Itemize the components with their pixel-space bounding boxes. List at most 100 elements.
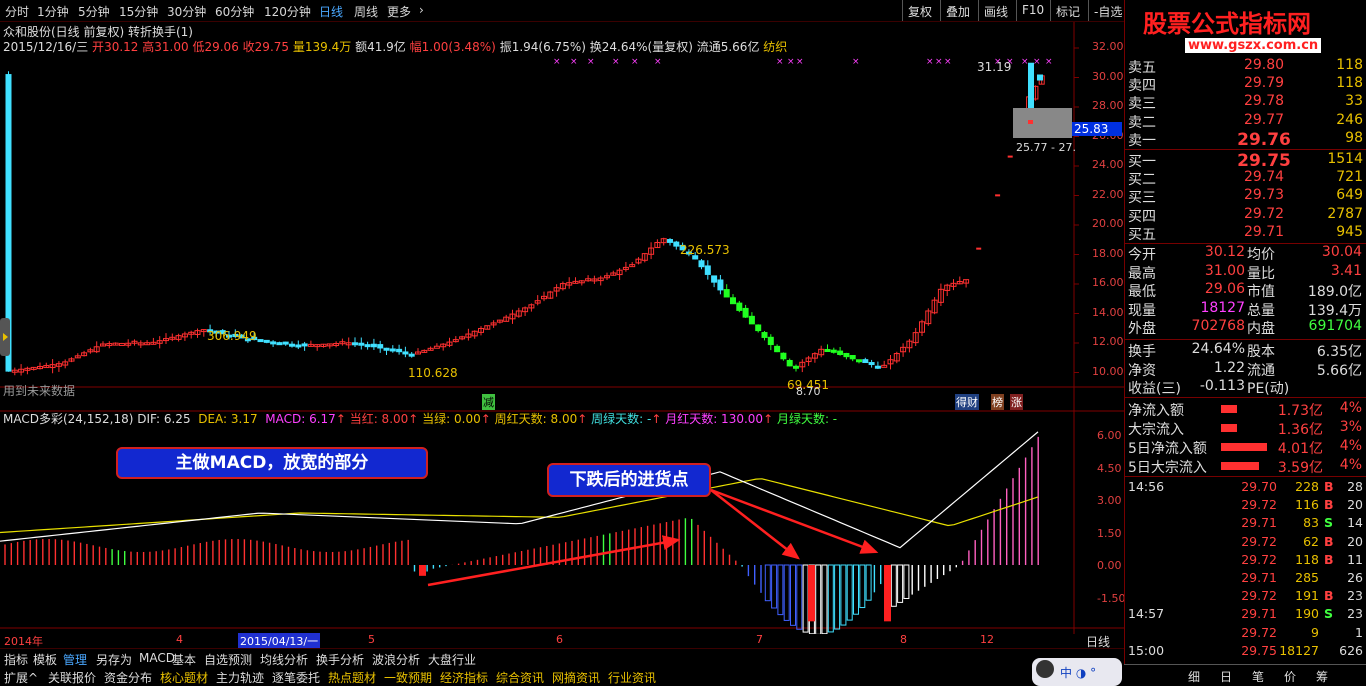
signal-marker: × (1045, 57, 1053, 67)
period-tab[interactable]: 周线 (354, 3, 378, 20)
candle (868, 362, 875, 366)
bottom-tab[interactable]: 均线分析 (260, 651, 308, 668)
event-marker[interactable]: 得财 (955, 394, 979, 410)
ime-toolbar[interactable]: 中 ◑ ° (1032, 658, 1122, 686)
bottom-link[interactable]: 核心题材 (160, 669, 208, 686)
bottom-link[interactable]: 主力轨迹 (216, 669, 264, 686)
macd-bar (834, 564, 841, 630)
date-axis: 2014年 4 2015/04/13/一 5 6 7 8 12 日线 (4, 633, 1111, 649)
signal-marker: × (1021, 57, 1029, 67)
chevron-right-icon[interactable]: › (419, 3, 424, 17)
level-label: 卖一 (1128, 132, 1156, 149)
bottom-tab[interactable]: 基本 (172, 651, 196, 668)
overlay-button[interactable]: 叠加 (940, 0, 975, 21)
bottom-link[interactable]: 一致预期 (384, 669, 432, 686)
period-tab-more[interactable]: 更多 (387, 3, 411, 20)
buy-level[interactable]: 买四 29.72 2787 (1125, 206, 1366, 225)
signal-marker: × (796, 57, 804, 67)
candle (774, 345, 781, 353)
candle (704, 265, 711, 275)
ohlc-line: 2015/12/16/三 开30.12 高31.00 低29.06 收29.75… (3, 40, 788, 54)
signal-marker: × (935, 57, 943, 67)
period-tab[interactable]: 1分钟 (37, 3, 69, 20)
fuquan-button[interactable]: 复权 (902, 0, 937, 21)
mark-button[interactable]: 标记 (1050, 0, 1085, 21)
macd-bar (890, 564, 897, 607)
sell-level[interactable]: 卖五 29.80 118 (1125, 57, 1366, 76)
bottom-link[interactable]: 扩展^ (4, 669, 38, 686)
period-tab[interactable]: 分时 (5, 3, 29, 20)
bottom-tab[interactable]: 指标 (4, 651, 28, 668)
bottom-tab[interactable]: 另存为 (96, 651, 132, 668)
candle (843, 352, 850, 358)
candle (282, 341, 289, 345)
candle (824, 349, 831, 353)
chart-area[interactable]: × × × × × × × × × × × × × × × × × × (0, 22, 1124, 635)
signal-marker: × (776, 57, 784, 67)
flow-row: 净流入额 1.73亿 4% (1128, 400, 1362, 419)
buy-level[interactable]: 买二 29.74 721 (1125, 169, 1366, 188)
buy-level[interactable]: 买一 29.75 1514 (1125, 151, 1366, 171)
event-marker[interactable]: 榜 (991, 394, 1004, 410)
candle (862, 359, 869, 364)
bottom-link[interactable]: 热点题材 (328, 669, 376, 686)
period-tab[interactable]: 15分钟 (119, 3, 158, 20)
candle (408, 353, 415, 357)
candle (396, 348, 403, 353)
arrow (710, 489, 800, 560)
bottom-tab[interactable]: 自选预测 (204, 651, 252, 668)
buy-level[interactable]: 买五 29.71 945 (1125, 224, 1366, 243)
macd-bar (853, 564, 859, 615)
bottom-tab[interactable]: MACD (139, 651, 175, 665)
level-price: 29.75 (1237, 151, 1291, 171)
high-label: 31.19 (977, 60, 1012, 74)
bottom-link[interactable]: 资金分布 (104, 669, 152, 686)
level-volume: 33 (1345, 93, 1363, 110)
period-tab[interactable]: 30分钟 (167, 3, 206, 20)
sell-level[interactable]: 卖三 29.78 33 (1125, 93, 1366, 112)
panel-tab[interactable]: 价 (1284, 668, 1296, 685)
bottom-link[interactable]: 网摘资讯 (552, 669, 600, 686)
f10-button[interactable]: F10 (1016, 0, 1049, 21)
bottom-tab[interactable]: 波浪分析 (372, 651, 420, 668)
candle (793, 365, 799, 369)
panel-tab[interactable]: 笔 (1252, 668, 1264, 685)
tick-row: 15:00 29.75 18127 626 (1128, 642, 1363, 658)
sell-level[interactable]: 卖一 29.76 98 (1125, 129, 1366, 150)
bottom-tab[interactable]: 管理 (63, 651, 87, 668)
level-label: 卖四 (1128, 78, 1156, 95)
signal-marker: × (852, 57, 860, 67)
bottom-tab[interactable]: 模板 (33, 651, 57, 668)
sell-level[interactable]: 卖二 29.77 246 (1125, 112, 1366, 131)
bottom-link[interactable]: 综合资讯 (496, 669, 544, 686)
period-tab[interactable]: 5分钟 (78, 3, 110, 20)
watchlist-button[interactable]: -自选 (1088, 0, 1127, 21)
period-tab[interactable]: 60分钟 (215, 3, 254, 20)
price-tick-label: 22.00 (1092, 187, 1124, 201)
bottom-link[interactable]: 逐笔委托 (272, 669, 320, 686)
event-marker[interactable]: 减 (482, 394, 495, 410)
bottom-link[interactable]: 经济指标 (440, 669, 488, 686)
flow-row: 5日净流入额 4.01亿 4% (1128, 438, 1362, 457)
draw-line-button[interactable]: 画线 (978, 0, 1013, 21)
kline-chart[interactable]: × × × × × × × × × × × × × × × × × × (0, 22, 1124, 635)
event-marker[interactable]: 涨 (1010, 394, 1023, 410)
price-tick-label: 10.00 (1092, 364, 1124, 378)
bottom-tab[interactable]: 大盘行业 (428, 651, 476, 668)
bottom-link[interactable]: 行业资讯 (608, 669, 656, 686)
sell-level[interactable]: 卖四 29.79 118 (1125, 75, 1366, 95)
bottom-tab[interactable]: 换手分析 (316, 651, 364, 668)
candle (118, 342, 125, 346)
period-tab-daily[interactable]: 日线 (319, 3, 343, 20)
stat-row: 今开 30.12 均价 30.04 (1128, 244, 1362, 263)
buy-level[interactable]: 买三 29.73 649 (1125, 187, 1366, 206)
macd-bar (865, 564, 872, 601)
period-tab[interactable]: 120分钟 (264, 3, 311, 20)
level-volume: 98 (1345, 129, 1363, 146)
level-label: 买一 (1128, 154, 1156, 170)
panel-tab[interactable]: 细 (1188, 668, 1200, 685)
level-volume: 1514 (1327, 151, 1363, 167)
panel-tab[interactable]: 筹 (1316, 668, 1328, 685)
bottom-link[interactable]: 关联报价 (48, 669, 96, 686)
panel-tab[interactable]: 日 (1220, 668, 1232, 685)
